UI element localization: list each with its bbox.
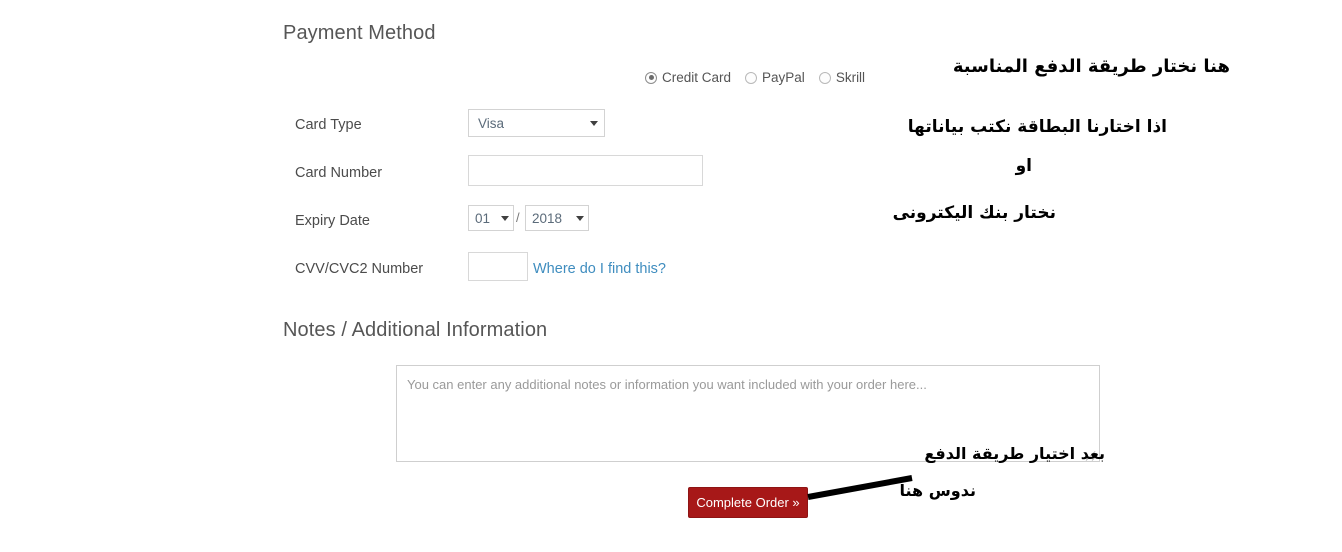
annotation-pointer-line xyxy=(800,468,920,514)
annotation-choose-e-bank: نختار بنك اليكترونى xyxy=(0,203,1056,223)
annotation-or: او xyxy=(0,156,1032,176)
checkout-page: Payment Method Credit Card PayPal Skrill… xyxy=(0,0,1342,552)
cvv-help-link[interactable]: Where do I find this? xyxy=(533,261,666,277)
field-label-cvv: CVV/CVC2 Number xyxy=(295,261,423,277)
annotation-enter-card-details: اذا اختارنا البطاقة نكتب بياناتها xyxy=(0,117,1167,137)
page-section-heading-payment: Payment Method xyxy=(283,22,436,45)
cvv-input[interactable] xyxy=(468,252,528,281)
page-section-heading-notes: Notes / Additional Information xyxy=(283,319,547,342)
annotation-choose-payment-method: هنا نختار طريقة الدفع المناسبة xyxy=(0,56,1230,77)
annotation-after-choosing-payment: بعد اختيار طريقة الدفع xyxy=(0,444,1105,463)
